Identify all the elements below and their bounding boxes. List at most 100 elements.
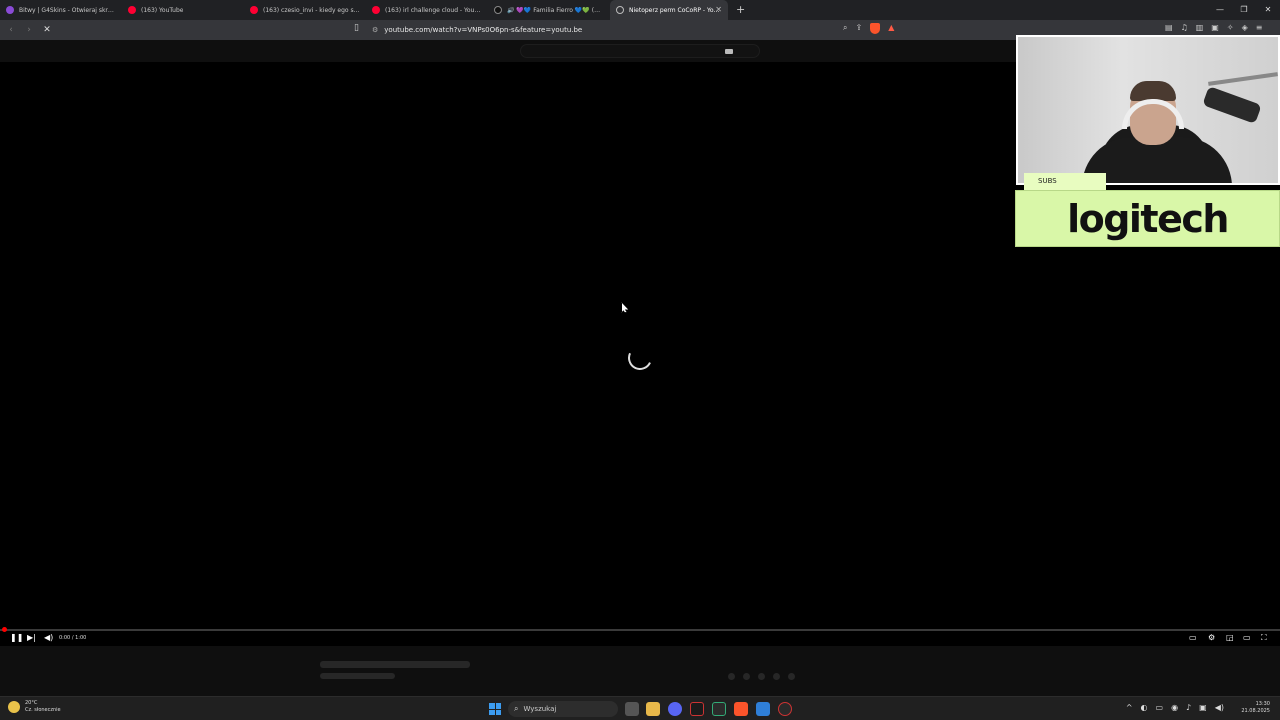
network-icon[interactable]: ▣ [1199,703,1207,712]
address-bar[interactable]: ⚙ youtube.com/watch?v=VNPs0O6pn-s&featur… [372,22,912,38]
clock-date: 21.08.2025 [1241,708,1270,714]
reader-icon[interactable]: ▤ [1165,23,1173,32]
subtitles-icon[interactable]: ▭ [1189,632,1197,644]
action-buttons-skeleton [728,673,795,680]
theater-mode-icon[interactable]: ▭ [1243,632,1251,644]
loading-favicon-icon [616,6,624,14]
obs-icon[interactable] [778,702,792,716]
youtube-favicon-icon [372,6,380,14]
mic-tray-icon[interactable]: ♪ [1186,703,1191,712]
tray-app-icon[interactable]: ▭ [1156,703,1164,712]
brave-shield-icon[interactable] [870,23,881,34]
extension-icons: ▤ ♫ ▥ ▣ ✧ ◈ ≡ [1165,23,1262,32]
volume-tray-icon[interactable]: ◀) [1215,703,1224,712]
app-icon[interactable] [756,702,770,716]
share-icon[interactable]: ⇪ [855,23,862,34]
settings-icon[interactable]: ⚙ [1208,632,1215,644]
stop-loading-icon[interactable]: ✕ [40,25,54,35]
forward-icon[interactable]: › [22,25,36,35]
subs-label: SUBS [1024,173,1106,190]
vpn-icon[interactable]: ◈ [1242,23,1248,32]
mouse-cursor-icon [621,302,629,313]
windows-start-icon[interactable] [489,703,501,715]
back-icon[interactable]: ‹ [4,25,18,35]
tab-favicon-icon [6,6,14,14]
zoom-icon[interactable]: ⌕ [843,23,847,34]
player-controls: ❚❚ ▶| ◀) 0:00 / 1:00 ▭ ⚙ ◲ ▭ ⛶ [0,632,1280,644]
tab-title: Bitwy | G4Skins - Otwieraj skrzynki CS [19,6,116,14]
search-placeholder: Wyszukaj [523,705,557,713]
bookmark-icon[interactable]: ▯ [354,23,359,33]
tray-expand-icon[interactable]: ^ [1126,703,1133,712]
youtube-favicon-icon [250,6,258,14]
fullscreen-icon[interactable]: ⛶ [1261,632,1267,644]
skeleton-dot [788,673,795,680]
time-display: 0:00 / 1:00 [59,635,87,641]
search-bar-placeholder[interactable] [520,44,760,58]
weather-temp: 20°C [25,700,38,706]
windows-taskbar: 20°C Cz. słonecznie ⌕ Wyszukaj ^ ◐ ▭ ◉ ♪ … [0,696,1280,720]
next-icon[interactable]: ▶| [27,632,36,644]
tab-close-icon[interactable]: ✕ [715,5,722,14]
site-info-icon[interactable]: ⚙ [372,26,378,34]
brave-rewards-icon[interactable]: ▲ [888,23,894,34]
clock-time: 13:30 [1255,701,1270,707]
subtitle-skeleton [320,673,395,679]
browser-tab[interactable]: (163) irl challenge cloud - YouTube [366,0,488,20]
window-controls: — ❐ ✕ [1208,0,1280,20]
extensions-icon[interactable]: ♫ [1181,23,1188,32]
tab-title: (163) irl challenge cloud - YouTube [385,6,482,14]
task-view-icon[interactable] [625,702,639,716]
video-info-placeholder [0,646,1280,696]
keyboard-icon [725,49,733,54]
tab-title: Nietoperz perm CoCoRP - YouTu [629,6,722,14]
browser-tab-active[interactable]: Nietoperz perm CoCoRP - YouTu ✕ [610,0,728,20]
search-icon: ⌕ [514,704,519,713]
webcam-overlay [1016,35,1280,185]
streamer-hair [1130,81,1176,101]
discord-icon[interactable] [668,702,682,716]
pause-icon[interactable]: ❚❚ [10,632,23,644]
address-actions: ⌕ ⇪ ▲ [843,23,894,34]
skeleton-dot [743,673,750,680]
browser-tab[interactable]: (163) YouTube [122,0,244,20]
taskbar-search[interactable]: ⌕ Wyszukaj [508,701,618,717]
maximize-icon[interactable]: ❐ [1232,0,1256,20]
taskbar-clock[interactable]: 13:30 21.08.2025 [1241,701,1270,715]
app-icon[interactable] [690,702,704,716]
brave-browser-icon[interactable] [734,702,748,716]
weather-desc: Cz. słonecznie [25,707,61,713]
skeleton-dot [758,673,765,680]
sidebar-icon[interactable]: ▥ [1196,23,1204,32]
browser-tab[interactable]: Bitwy | G4Skins - Otwieraj skrzynki CS [0,0,122,20]
menu-icon[interactable]: ≡ [1256,23,1263,32]
browser-tab[interactable]: 🔊 💜💙 Familia Fierro 💙💚 (@fa [488,0,610,20]
close-window-icon[interactable]: ✕ [1256,0,1280,20]
tab-title: 🔊 💜💙 Familia Fierro 💙💚 (@fa [507,6,604,14]
sponsor-banner: logitech [1015,190,1280,247]
video-progress-bar[interactable] [0,627,1280,632]
volume-icon[interactable]: ◀) [44,632,53,644]
weather-sun-icon [8,701,20,713]
app-icon[interactable] [712,702,726,716]
steam-icon[interactable]: ◉ [1171,703,1178,712]
title-skeleton [320,661,470,668]
skeleton-dot [773,673,780,680]
tray-app-icon[interactable]: ◐ [1141,703,1148,712]
skeleton-dot [728,673,735,680]
minimize-icon[interactable]: — [1208,0,1232,20]
browser-tab[interactable]: (163) czesio_invi - kiedy ego szerza [244,0,366,20]
miniplayer-icon[interactable]: ◲ [1226,632,1234,644]
new-tab-button[interactable]: + [736,0,745,20]
loading-spinner-icon [624,342,656,374]
weather-widget[interactable]: 20°C Cz. słonecznie [8,700,61,714]
wallet-icon[interactable]: ▣ [1211,23,1219,32]
browser-tab-strip: Bitwy | G4Skins - Otwieraj skrzynki CS (… [0,0,1280,20]
tab-title: (163) czesio_invi - kiedy ego szerza [263,6,360,14]
youtube-favicon-icon [128,6,136,14]
youtube-masthead-placeholder [0,40,1016,62]
leo-icon[interactable]: ✧ [1227,23,1234,32]
tiktok-favicon-icon [494,6,502,14]
url-text: youtube.com/watch?v=VNPs0O6pn-s&feature=… [384,26,583,34]
file-explorer-icon[interactable] [646,702,660,716]
